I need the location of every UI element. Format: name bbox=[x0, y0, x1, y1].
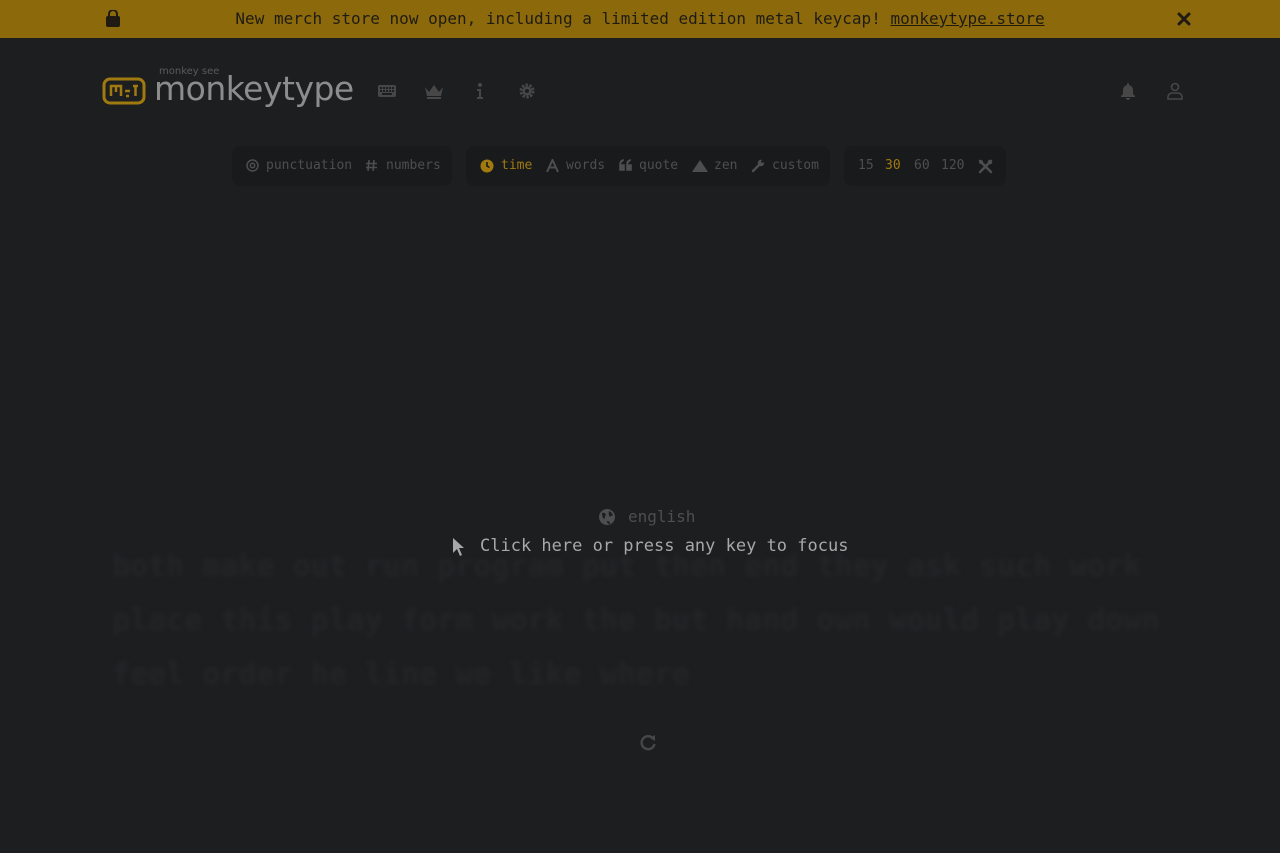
word: both bbox=[112, 549, 185, 584]
user-icon[interactable] bbox=[1166, 82, 1184, 100]
word: like bbox=[509, 657, 582, 692]
logo-title: monkeytype bbox=[154, 69, 354, 108]
at-icon bbox=[246, 159, 259, 172]
duration-15[interactable]: 15 bbox=[858, 146, 876, 186]
word: out bbox=[292, 549, 347, 584]
config-numbers-label: numbers bbox=[386, 158, 441, 173]
banner-message: New merch store now open, including a li… bbox=[0, 0, 1280, 38]
duration-30[interactable]: 30 bbox=[885, 146, 903, 186]
config-punctuation-label: punctuation bbox=[266, 158, 353, 173]
mode-time[interactable]: time bbox=[480, 146, 540, 186]
mode-custom[interactable]: custom bbox=[751, 146, 823, 186]
word: hand bbox=[726, 603, 799, 638]
duration-60[interactable]: 60 bbox=[914, 146, 932, 186]
crown-icon[interactable] bbox=[423, 82, 445, 100]
word: work bbox=[1069, 549, 1142, 584]
logo-keyboard-icon bbox=[102, 77, 146, 105]
word: form bbox=[401, 603, 474, 638]
word: order bbox=[202, 657, 293, 692]
word: the bbox=[581, 603, 636, 638]
mode-zen[interactable]: zen bbox=[692, 146, 742, 186]
word: feel bbox=[112, 657, 185, 692]
mountain-icon bbox=[692, 160, 708, 172]
word: work bbox=[491, 603, 564, 638]
word: line bbox=[364, 657, 438, 692]
word: he bbox=[310, 657, 347, 692]
app-root: New merch store now open, including a li… bbox=[0, 0, 1280, 853]
info-icon[interactable] bbox=[474, 82, 486, 100]
config-punctuation[interactable]: punctuation bbox=[246, 146, 356, 186]
word: own bbox=[816, 603, 871, 638]
word: place bbox=[112, 603, 203, 638]
banner-store-link[interactable]: monkeytype.store bbox=[890, 9, 1044, 28]
cursor-icon bbox=[453, 538, 464, 556]
focus-message-text: Click here or press any key to focus bbox=[480, 536, 849, 556]
word: but bbox=[653, 603, 709, 638]
mode-time-label: time bbox=[501, 158, 533, 173]
mode-words-label: words bbox=[566, 158, 606, 173]
gear-icon[interactable] bbox=[518, 82, 536, 100]
duration-120[interactable]: 120 bbox=[941, 146, 967, 186]
wrench-icon bbox=[751, 159, 765, 173]
config-numbers[interactable]: numbers bbox=[365, 146, 445, 186]
mode-quote-label: quote bbox=[639, 158, 679, 173]
word: make bbox=[202, 549, 275, 584]
word: run bbox=[364, 549, 420, 584]
config-modifiers: punctuation numbers bbox=[232, 146, 452, 186]
announcement-banner: New merch store now open, including a li… bbox=[0, 0, 1280, 38]
clock-icon bbox=[480, 159, 494, 173]
word: such bbox=[979, 549, 1052, 584]
word: where bbox=[599, 657, 690, 692]
duration-custom[interactable] bbox=[978, 146, 994, 186]
font-icon bbox=[546, 159, 559, 173]
tools-icon bbox=[978, 159, 993, 174]
hash-icon bbox=[366, 159, 377, 172]
quote-icon bbox=[619, 159, 632, 171]
config-durations: 15 30 60 120 bbox=[844, 146, 1006, 186]
mode-quote[interactable]: quote bbox=[619, 146, 683, 186]
word: we bbox=[455, 657, 492, 692]
word: play bbox=[310, 603, 383, 638]
banner-text: New merch store now open, including a li… bbox=[235, 9, 891, 28]
word: down bbox=[1087, 603, 1160, 638]
bell-icon[interactable] bbox=[1120, 82, 1136, 100]
word: play bbox=[997, 603, 1070, 638]
close-icon[interactable] bbox=[1176, 11, 1192, 27]
word: this bbox=[220, 603, 293, 638]
mode-zen-label: zen bbox=[714, 158, 738, 173]
test-words[interactable]: both make out run program put then end t… bbox=[112, 540, 1192, 702]
word: ask bbox=[906, 549, 961, 584]
keyboard-icon[interactable] bbox=[377, 82, 397, 100]
language-label: english bbox=[628, 507, 696, 526]
word: would bbox=[888, 603, 979, 638]
globe-icon bbox=[599, 509, 615, 525]
restart-icon[interactable] bbox=[639, 734, 657, 752]
config-modes: time words quote zen custom bbox=[466, 146, 830, 186]
mode-custom-label: custom bbox=[772, 158, 819, 173]
mode-words[interactable]: words bbox=[546, 146, 608, 186]
